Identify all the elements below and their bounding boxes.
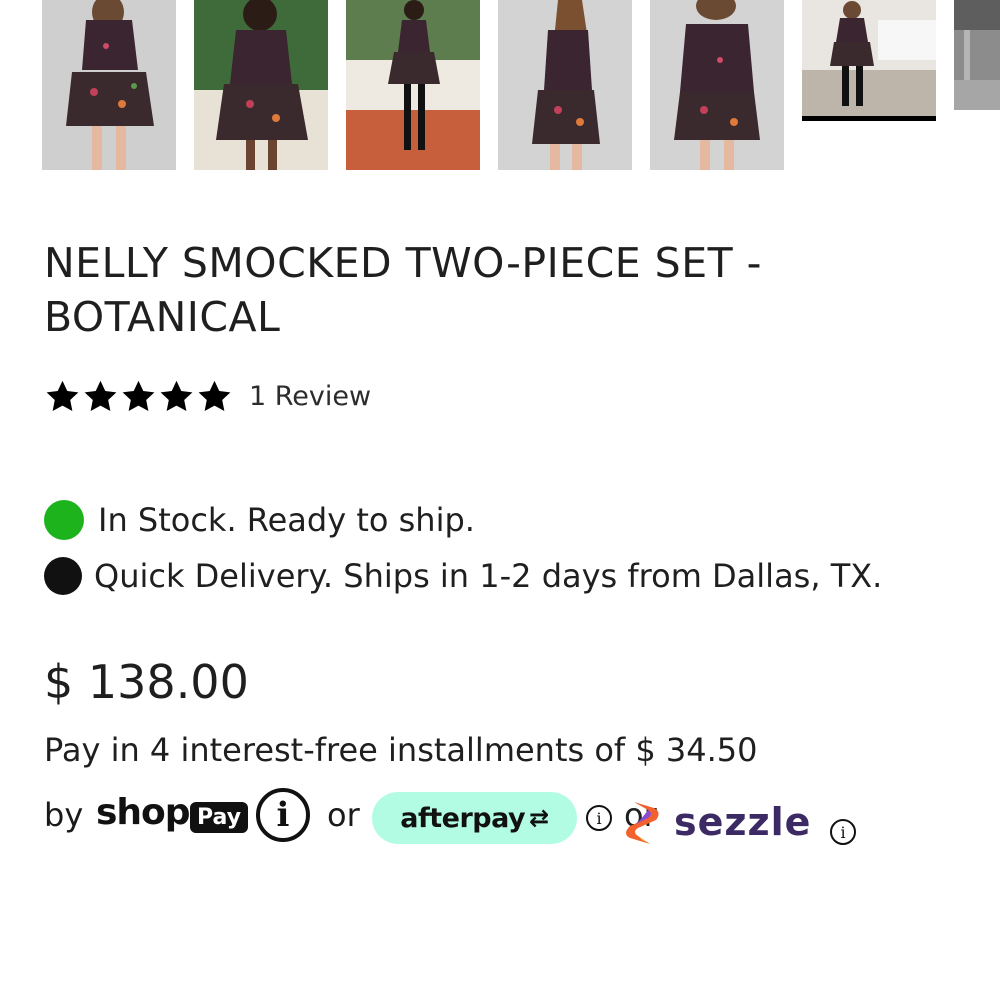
gallery-thumbnail-1[interactable] — [42, 0, 176, 170]
gallery-thumbnail-7[interactable] — [954, 0, 1000, 110]
product-title-line-2: BOTANICAL — [44, 293, 281, 341]
star-icon — [46, 380, 79, 411]
gallery-thumbnail-2[interactable] — [194, 0, 328, 170]
review-count-link[interactable]: 1 Review — [249, 381, 371, 412]
gallery-thumbnail-4[interactable] — [498, 0, 632, 170]
sezzle-logo-icon[interactable] — [624, 800, 664, 846]
selected-thumbnail-indicator — [802, 116, 936, 121]
black-circle-icon — [44, 557, 82, 595]
garage-photo — [954, 0, 1000, 110]
model-photo — [346, 0, 480, 170]
shop-pay-badge[interactable]: Pay — [190, 802, 249, 833]
sezzle-info-icon[interactable]: i — [830, 819, 856, 845]
installments-text: Pay in 4 interest-free installments of $… — [44, 731, 758, 769]
stock-status: In Stock. Ready to ship. — [44, 500, 475, 540]
gallery-thumbnail-3[interactable] — [346, 0, 480, 170]
star-icon — [160, 380, 193, 411]
afterpay-arrows-icon: ⇄ — [529, 804, 549, 832]
gallery-thumbnail-6[interactable] — [802, 0, 936, 116]
gallery-thumbnail-5[interactable] — [650, 0, 784, 170]
model-photo — [498, 0, 632, 170]
sezzle-logo-text[interactable]: sezzle — [674, 800, 811, 844]
product-price: $ 138.00 — [44, 655, 249, 709]
delivery-status: Quick Delivery. Ships in 1-2 days from D… — [44, 557, 882, 595]
rating-row: 1 Review — [44, 376, 371, 416]
model-photo — [650, 0, 784, 170]
product-title: NELLY SMOCKED TWO-PIECE SET - BOTANICAL — [44, 236, 944, 344]
afterpay-button[interactable]: afterpay ⇄ — [372, 792, 577, 844]
green-circle-icon — [44, 500, 84, 540]
stock-status-text: In Stock. Ready to ship. — [98, 501, 475, 539]
shop-pay-logo-text[interactable]: shop — [96, 792, 191, 833]
product-title-line-1: NELLY SMOCKED TWO-PIECE SET - — [44, 239, 762, 287]
star-icon — [122, 380, 155, 411]
model-photo — [42, 0, 176, 170]
model-photo — [194, 0, 328, 170]
shop-pay-info-icon[interactable]: i — [256, 788, 310, 842]
payment-options-row: by shop Pay i or afterpay ⇄ i or sezzle … — [44, 788, 984, 850]
by-label: by — [44, 796, 84, 834]
or-label: or — [327, 796, 360, 834]
product-page: NELLY SMOCKED TWO-PIECE SET - BOTANICAL … — [0, 0, 1000, 1000]
star-icon — [84, 380, 117, 411]
afterpay-info-icon[interactable]: i — [586, 805, 612, 831]
star-icon — [198, 380, 231, 411]
model-photo — [802, 0, 936, 116]
afterpay-label: afterpay — [400, 802, 526, 834]
delivery-status-text: Quick Delivery. Ships in 1-2 days from D… — [94, 557, 883, 595]
star-rating[interactable] — [44, 378, 233, 415]
